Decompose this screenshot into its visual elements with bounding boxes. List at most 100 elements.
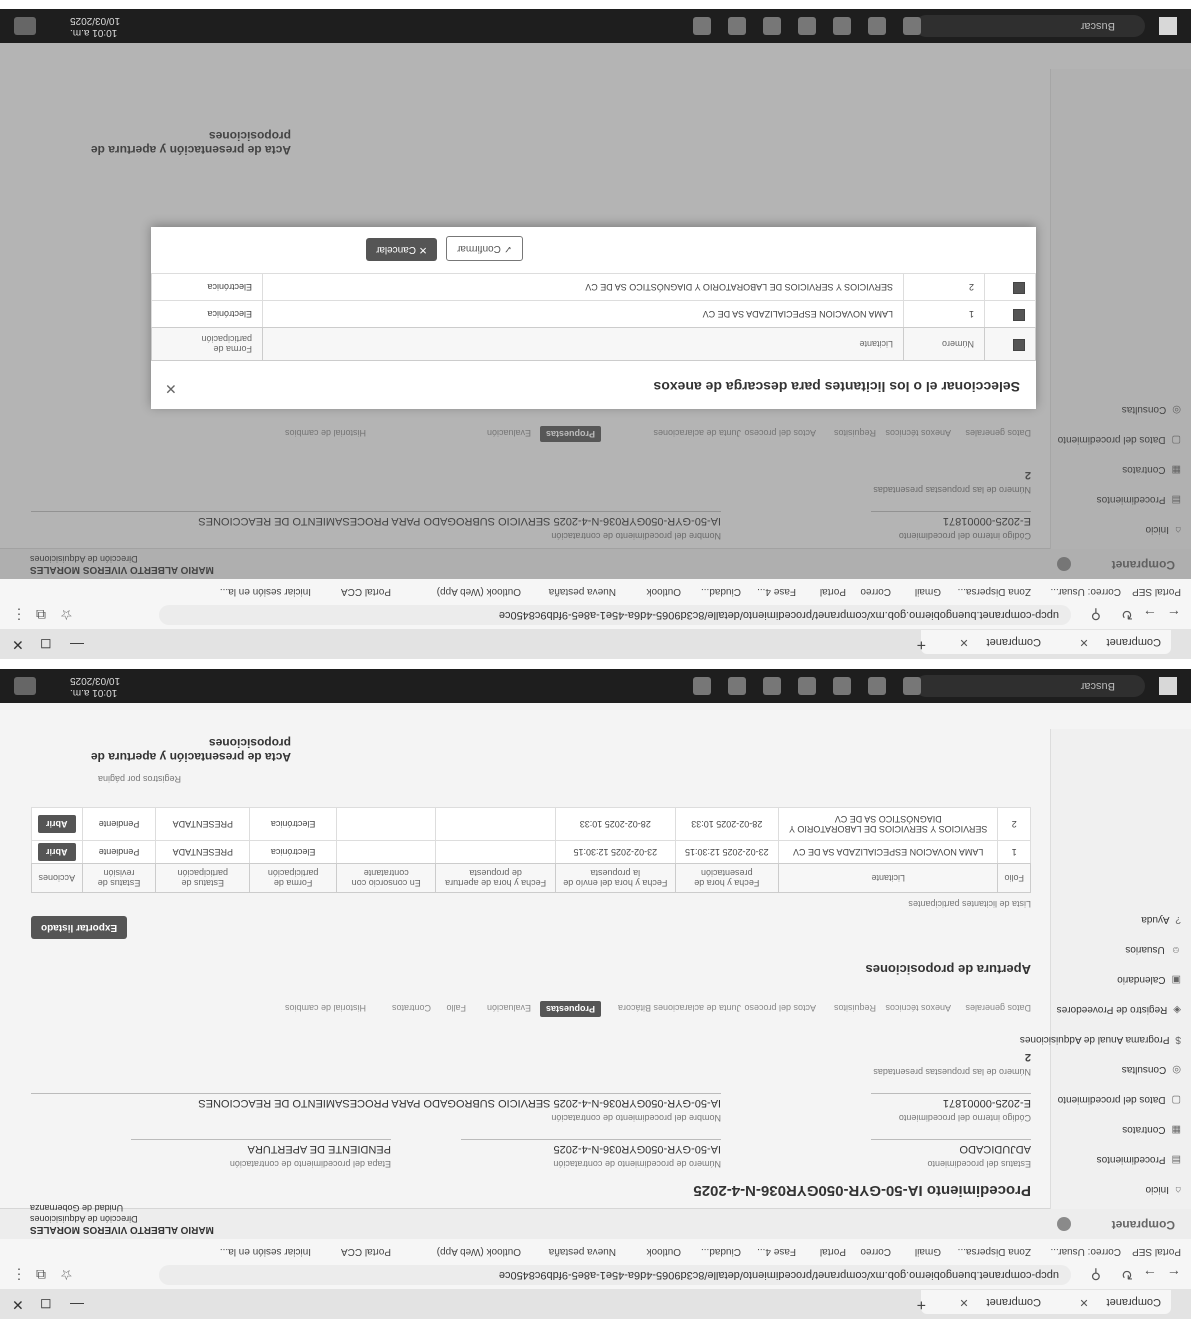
bookmark[interactable]: Outlook <box>647 1246 681 1257</box>
forward-icon[interactable]: → <box>1143 1267 1157 1283</box>
new-tab-icon[interactable]: + <box>917 635 926 653</box>
minimize-icon[interactable]: — <box>70 637 84 653</box>
app-icon[interactable] <box>693 677 711 695</box>
maximize-icon[interactable]: ◻ <box>40 1296 52 1313</box>
sidebar-item-usuarios[interactable]: ☺ Usuarios <box>1125 944 1181 955</box>
tab-datos-generales[interactable]: Datos generales <box>965 1003 1031 1013</box>
tab-evaluacion[interactable]: Evaluación <box>487 1003 531 1013</box>
menu-icon[interactable]: ⋮ <box>12 1266 26 1283</box>
bookmark[interactable]: Gmail <box>915 586 941 597</box>
close-icon[interactable]: ✕ <box>165 380 177 397</box>
bookmark[interactable]: Zona Dispersa... <box>958 1246 1031 1257</box>
bookmark[interactable]: Nueva pestaña <box>549 1246 616 1257</box>
taskbar-search[interactable]: Buscar <box>915 675 1145 697</box>
close-icon[interactable]: ✕ <box>959 1296 968 1308</box>
app-icon[interactable] <box>833 17 851 35</box>
sidebar-item-contratos[interactable]: ▦ Contratos <box>1122 1124 1181 1135</box>
bookmark[interactable]: Portal CCA <box>341 1246 391 1257</box>
taskbar-search[interactable]: Buscar <box>915 15 1145 37</box>
app-icon[interactable] <box>728 677 746 695</box>
tab-historial[interactable]: Historial de cambios <box>285 1003 366 1013</box>
app-icon[interactable] <box>798 17 816 35</box>
confirm-button[interactable]: ✓ Confirmar <box>446 236 524 261</box>
tab-anexos[interactable]: Anexos técnicos <box>885 1003 951 1013</box>
app-icon[interactable] <box>903 17 921 35</box>
bookmark[interactable]: Portal CCA <box>341 586 391 597</box>
row-checkbox[interactable] <box>984 273 1036 301</box>
sidebar-item-consultas[interactable]: ◎ Consultas <box>1122 1064 1181 1075</box>
url-field[interactable]: upcp-compranet.buengobierno.gob.mx/compr… <box>159 605 1071 625</box>
bookmark[interactable]: Gmail <box>915 1246 941 1257</box>
app-icon[interactable] <box>833 677 851 695</box>
site-info-icon[interactable]: ⚲ <box>1091 606 1101 623</box>
minimize-icon[interactable]: — <box>70 1297 84 1313</box>
browser-tab[interactable]: Compranet ✕ <box>921 630 1051 654</box>
reload-icon[interactable]: ↻ <box>1121 1266 1133 1283</box>
reload-icon[interactable]: ↻ <box>1121 606 1133 623</box>
window-close-icon[interactable]: ✕ <box>12 1296 24 1313</box>
row-checkbox[interactable] <box>984 300 1036 328</box>
bookmark[interactable]: Correo <box>860 586 891 597</box>
app-icon[interactable] <box>763 677 781 695</box>
sidebar-item-datos[interactable]: ▢ Datos del procedimiento <box>1058 1094 1181 1105</box>
close-icon[interactable]: ✕ <box>1079 636 1088 648</box>
app-icon[interactable] <box>868 677 886 695</box>
bookmark[interactable]: Nueva pestaña <box>549 586 616 597</box>
open-button[interactable]: Abrir <box>38 815 76 833</box>
help-icon[interactable] <box>1057 1217 1071 1231</box>
bookmark[interactable]: Correo: Usuar... <box>1050 586 1121 597</box>
back-icon[interactable]: ← <box>1167 1267 1181 1283</box>
bookmark[interactable]: Portal SEP <box>1132 586 1181 597</box>
sidebar-item-inicio[interactable]: ⌂ Inicio <box>1146 1184 1181 1195</box>
sidebar-item-ayuda[interactable]: ? Ayuda <box>1141 914 1181 925</box>
app-icon[interactable] <box>728 17 746 35</box>
sidebar-item-calendario[interactable]: ▣ Calendario <box>1117 974 1181 985</box>
tab-actos[interactable]: Actos del proceso <box>744 1003 816 1013</box>
bookmark[interactable]: Portal <box>820 586 846 597</box>
bookmark[interactable]: Outlook (Web App) <box>437 1246 521 1257</box>
cancel-button[interactable]: ✕ Cancelar <box>366 238 438 261</box>
tab-propuestas[interactable]: Propuestas <box>539 1001 601 1017</box>
bookmark[interactable]: Outlook <box>647 586 681 597</box>
bookmark[interactable]: Zona Dispersa... <box>958 586 1031 597</box>
new-tab-icon[interactable]: + <box>917 1295 926 1313</box>
tab-fallo[interactable]: Fallo <box>446 1003 466 1013</box>
bookmark[interactable]: Correo <box>860 1246 891 1257</box>
app-icon[interactable] <box>693 17 711 35</box>
sidebar-item-proveedores[interactable]: ◈ Registro de Proveedores <box>1057 1004 1181 1015</box>
back-icon[interactable]: ← <box>1167 607 1181 623</box>
browser-tab[interactable]: Compranet ✕ <box>1041 630 1171 654</box>
notification-icon[interactable] <box>14 17 36 35</box>
star-icon[interactable]: ☆ <box>60 1266 73 1283</box>
star-icon[interactable]: ☆ <box>60 606 73 623</box>
url-field[interactable]: upcp-compranet.buengobierno.gob.mx/compr… <box>159 1265 1071 1285</box>
bookmark[interactable]: Fase 4... <box>757 1246 796 1257</box>
close-icon[interactable]: ✕ <box>959 636 968 648</box>
tab-junta[interactable]: Junta de aclaraciones <box>653 1003 741 1013</box>
browser-tab[interactable]: Compranet ✕ <box>1041 1290 1171 1314</box>
bookmark[interactable]: Iniciar sesión en la... <box>220 586 311 597</box>
bookmark[interactable]: Outlook (Web App) <box>437 586 521 597</box>
forward-icon[interactable]: → <box>1143 607 1157 623</box>
tab-bitacora[interactable]: Bitácora <box>618 1003 651 1013</box>
menu-icon[interactable]: ⋮ <box>12 606 26 623</box>
browser-tab[interactable]: Compranet ✕ <box>921 1290 1051 1314</box>
site-info-icon[interactable]: ⚲ <box>1091 1266 1101 1283</box>
app-icon[interactable] <box>798 677 816 695</box>
bookmark[interactable]: Portal <box>820 1246 846 1257</box>
bookmark[interactable]: Portal SEP <box>1132 1246 1181 1257</box>
sidebar-item-procedimientos[interactable]: ▤ Procedimientos <box>1097 1154 1181 1165</box>
bookmark[interactable]: Iniciar sesión en la... <box>220 1246 311 1257</box>
bookmark[interactable]: Correo: Usuar... <box>1050 1246 1121 1257</box>
bookmark[interactable]: Ciudad... <box>701 1246 741 1257</box>
extensions-icon[interactable]: ⧉ <box>36 606 46 623</box>
bookmark[interactable]: Fase 4... <box>757 586 796 597</box>
tab-requisitos[interactable]: Requisitos <box>834 1003 876 1013</box>
maximize-icon[interactable]: ◻ <box>40 636 52 653</box>
app-icon[interactable] <box>868 17 886 35</box>
tab-contratos[interactable]: Contratos <box>392 1003 431 1013</box>
app-icon[interactable] <box>903 677 921 695</box>
export-button[interactable]: Exportar listado <box>31 916 128 939</box>
app-logo[interactable]: Compranet <box>1112 1218 1175 1232</box>
sidebar-item-programa[interactable]: $ Programa Anual de Adquisiciones <box>1020 1034 1181 1045</box>
